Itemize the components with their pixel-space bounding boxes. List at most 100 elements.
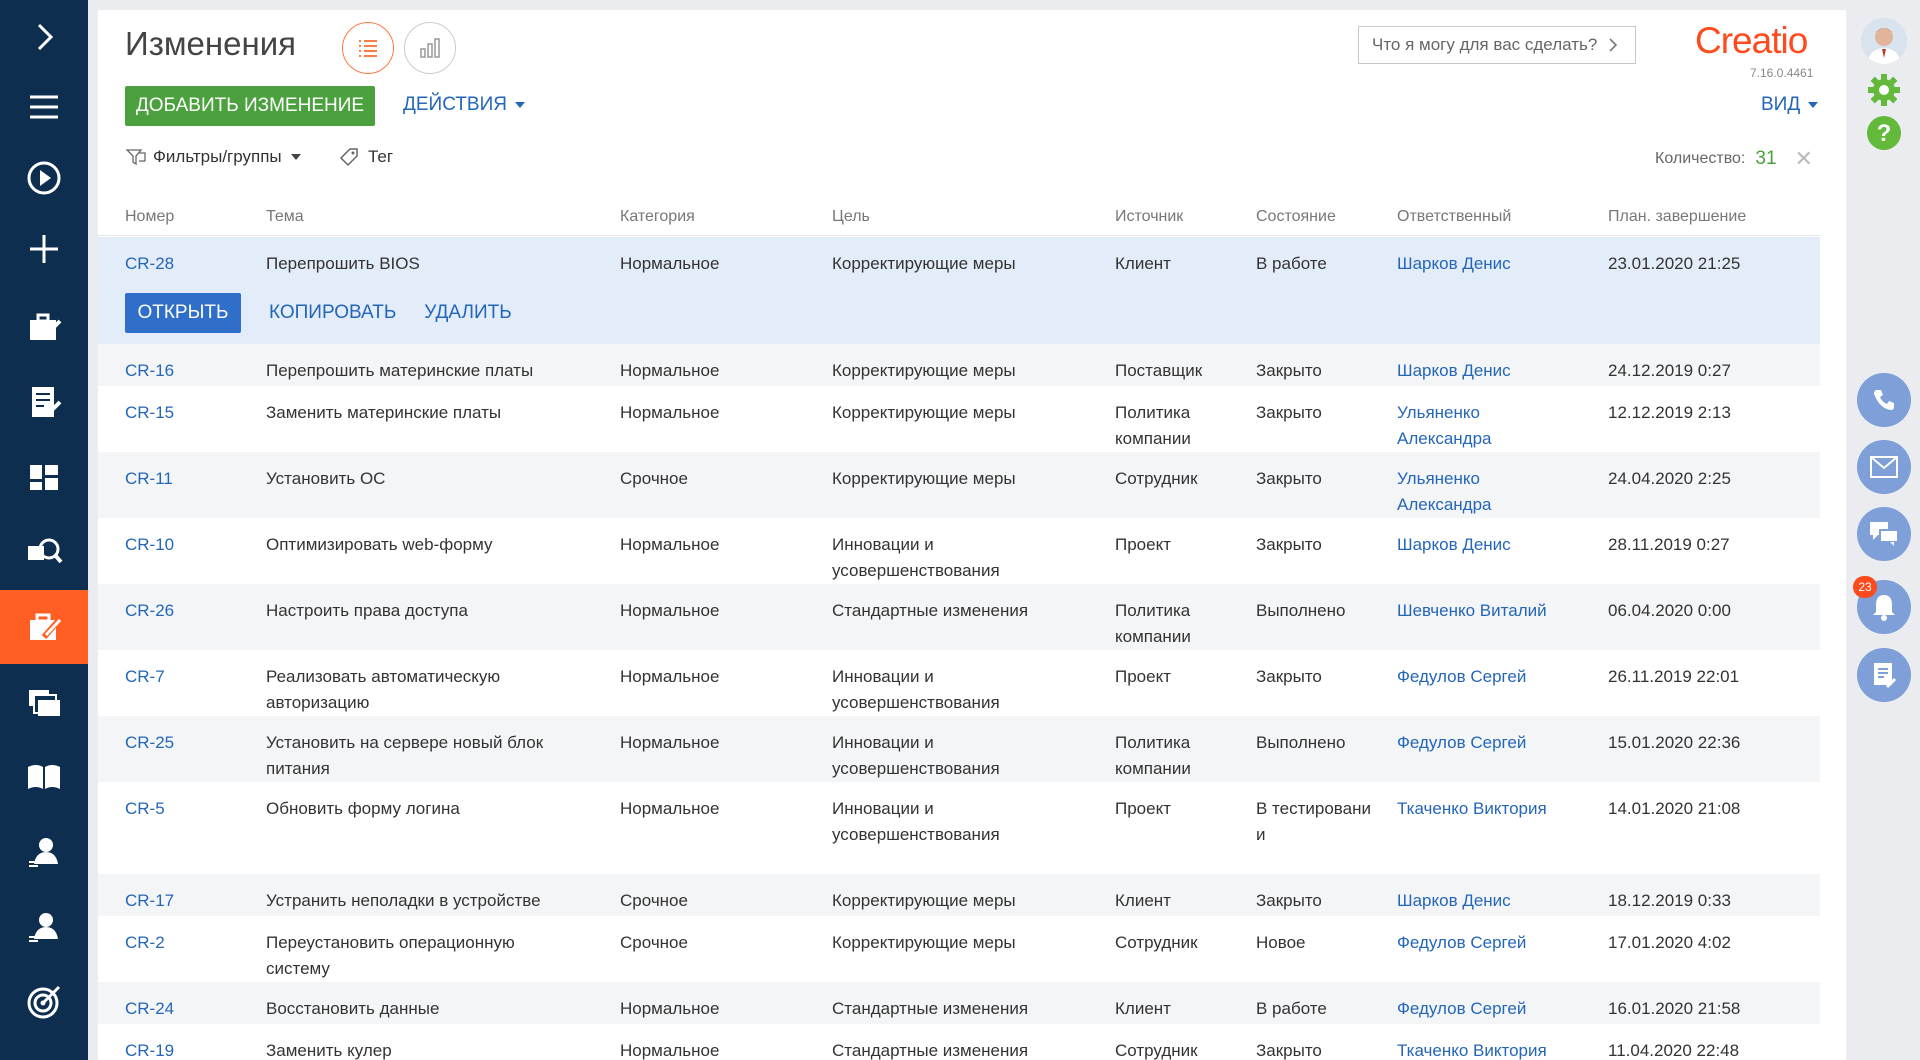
row-topic: Переустановить операционную систему <box>266 933 515 978</box>
row-source: Сотрудник <box>1115 933 1198 952</box>
column-header-topic[interactable]: Тема <box>266 208 304 226</box>
row-number-link[interactable]: CR-28 <box>125 251 174 277</box>
releases-stack-icon[interactable] <box>0 665 88 739</box>
column-header-due-date[interactable]: План. завершение <box>1608 208 1746 226</box>
copy-button[interactable]: КОПИРОВАТЬ <box>269 302 396 324</box>
row-number-link[interactable]: CR-24 <box>125 996 174 1022</box>
service-toolbox-icon[interactable] <box>0 290 88 364</box>
row-owner-link[interactable]: Федулов Сергей <box>1397 664 1587 690</box>
accounts-person-icon[interactable] <box>0 890 88 964</box>
chevron-down-icon <box>514 102 525 108</box>
row-owner-link[interactable]: Шарков Денис <box>1397 358 1587 384</box>
table-row[interactable]: CR-10 Оптимизировать web-форму Нормально… <box>98 518 1820 584</box>
row-owner-link[interactable]: Шарков Денис <box>1397 532 1587 558</box>
table-row[interactable]: CR-7 Реализовать автоматическую авториза… <box>98 650 1820 716</box>
target-goal-icon[interactable] <box>0 965 88 1039</box>
table-row[interactable]: CR-5 Обновить форму логина Нормальное Ин… <box>98 782 1820 874</box>
list-view-button[interactable] <box>342 22 394 74</box>
column-header-number[interactable]: Номер <box>125 208 174 226</box>
row-number-link[interactable]: CR-15 <box>125 400 174 426</box>
user-avatar[interactable] <box>1861 18 1907 64</box>
view-dropdown[interactable]: ВИД <box>1761 94 1819 116</box>
analytics-view-button[interactable] <box>404 22 456 74</box>
row-source: Поставщик <box>1115 361 1203 380</box>
table-row[interactable]: CR-11 Установить ОС Срочное Корректирующ… <box>98 452 1820 518</box>
contacts-person-icon[interactable] <box>0 815 88 889</box>
row-owner-link[interactable]: Ульяненко Александра <box>1397 466 1527 518</box>
expand-menu-icon[interactable] <box>0 0 88 74</box>
row-number-link[interactable]: CR-19 <box>125 1038 174 1060</box>
row-number-link[interactable]: CR-17 <box>125 888 174 914</box>
row-source: Проект <box>1115 799 1171 818</box>
row-goal: Корректирующие меры <box>832 361 1016 380</box>
plus-add-icon[interactable] <box>0 212 88 286</box>
row-due-date: 06.04.2020 0:00 <box>1608 601 1731 620</box>
phone-call-button[interactable] <box>1857 373 1911 427</box>
table-row[interactable]: CR-16 Перепрошить материнские платы Норм… <box>98 344 1820 386</box>
row-topic: Перепрошить BIOS <box>266 254 420 273</box>
row-owner-link[interactable]: Шарков Денис <box>1397 251 1587 277</box>
table-row[interactable]: CR-24 Восстановить данные Нормальное Ста… <box>98 982 1820 1024</box>
table-row[interactable]: CR-15 Заменить материнские платы Нормаль… <box>98 386 1820 452</box>
row-number-link[interactable]: CR-10 <box>125 532 174 558</box>
close-icon[interactable]: ✕ <box>1795 146 1813 172</box>
row-number-link[interactable]: CR-2 <box>125 930 165 956</box>
chat-bubbles-icon <box>1870 522 1899 546</box>
column-header-category[interactable]: Категория <box>620 208 695 226</box>
actions-dropdown[interactable]: ДЕЙСТВИЯ <box>403 94 525 116</box>
row-state: Закрыто <box>1256 1041 1322 1060</box>
document-wrench-icon[interactable] <box>0 365 88 439</box>
gear-icon[interactable] <box>1864 70 1904 110</box>
table-row[interactable]: CR-25 Установить на сервере новый блок п… <box>98 716 1820 782</box>
column-header-state[interactable]: Состояние <box>1256 208 1336 226</box>
table-row[interactable]: CR-2 Переустановить операционную систему… <box>98 916 1820 982</box>
row-due-date: 24.12.2019 0:27 <box>1608 361 1731 380</box>
row-due-date: 15.01.2020 22:36 <box>1608 733 1741 752</box>
table-row[interactable]: CR-26 Настроить права доступа Нормальное… <box>98 584 1820 650</box>
hamburger-menu-icon[interactable] <box>0 70 88 144</box>
row-number-link[interactable]: CR-5 <box>125 796 165 822</box>
row-goal: Стандартные изменения <box>832 601 1029 620</box>
row-owner-link[interactable]: Ульяненко Александра <box>1397 400 1527 452</box>
dashboard-tiles-icon[interactable] <box>0 440 88 514</box>
table-row[interactable]: CR-28 Перепрошить BIOS Нормальное Коррек… <box>98 237 1820 344</box>
tag-icon <box>339 148 358 167</box>
add-change-button[interactable]: ДОБАВИТЬ ИЗМЕНЕНИЕ <box>125 86 375 126</box>
play-process-icon[interactable] <box>0 141 88 215</box>
chat-button[interactable] <box>1857 507 1911 561</box>
row-owner-link[interactable]: Шарков Денис <box>1397 888 1587 914</box>
open-book-icon[interactable] <box>0 740 88 814</box>
row-number-link[interactable]: CR-25 <box>125 730 174 756</box>
row-state: Закрыто <box>1256 891 1322 910</box>
filters-groups-button[interactable]: Фильтры/группы <box>125 146 301 168</box>
row-topic: Установить на сервере новый блок питания <box>266 733 544 778</box>
knowledge-search-icon[interactable] <box>0 515 88 589</box>
column-header-owner[interactable]: Ответственный <box>1397 208 1511 226</box>
column-header-goal[interactable]: Цель <box>832 208 870 226</box>
row-owner-link[interactable]: Федулов Сергей <box>1397 930 1587 956</box>
open-button[interactable]: ОТКРЫТЬ <box>125 293 241 333</box>
row-owner-link[interactable]: Ткаченко Виктория <box>1397 796 1587 822</box>
row-owner-link[interactable]: Шевченко Виталий <box>1397 598 1587 624</box>
row-owner-link[interactable]: Федулов Сергей <box>1397 996 1587 1022</box>
table-row[interactable]: CR-17 Устранить неполадки в устройстве С… <box>98 874 1820 916</box>
tag-button[interactable]: Тег <box>338 146 393 168</box>
row-number-link[interactable]: CR-7 <box>125 664 165 690</box>
row-state: В работе <box>1256 999 1327 1018</box>
actions-label: ДЕЙСТВИЯ <box>403 94 507 115</box>
row-number-link[interactable]: CR-26 <box>125 598 174 624</box>
changes-section-icon[interactable] <box>0 590 88 664</box>
feed-button[interactable] <box>1857 648 1911 702</box>
command-search-input[interactable]: Что я могу для вас сделать? <box>1358 26 1636 64</box>
column-header-source[interactable]: Источник <box>1115 208 1183 226</box>
email-button[interactable] <box>1857 440 1911 494</box>
row-number-link[interactable]: CR-11 <box>125 466 173 492</box>
table-row[interactable]: CR-19 Заменить кулер Нормальное Стандарт… <box>98 1024 1820 1060</box>
row-owner-link[interactable]: Федулов Сергей <box>1397 730 1587 756</box>
row-goal: Инновации и усовершенствования <box>832 799 1000 844</box>
row-goal: Корректирующие меры <box>832 403 1016 422</box>
delete-button[interactable]: УДАЛИТЬ <box>424 302 511 324</box>
row-number-link[interactable]: CR-16 <box>125 358 174 384</box>
help-question-icon[interactable]: ? <box>1864 113 1904 153</box>
row-owner-link[interactable]: Ткаченко Виктория <box>1397 1038 1587 1060</box>
